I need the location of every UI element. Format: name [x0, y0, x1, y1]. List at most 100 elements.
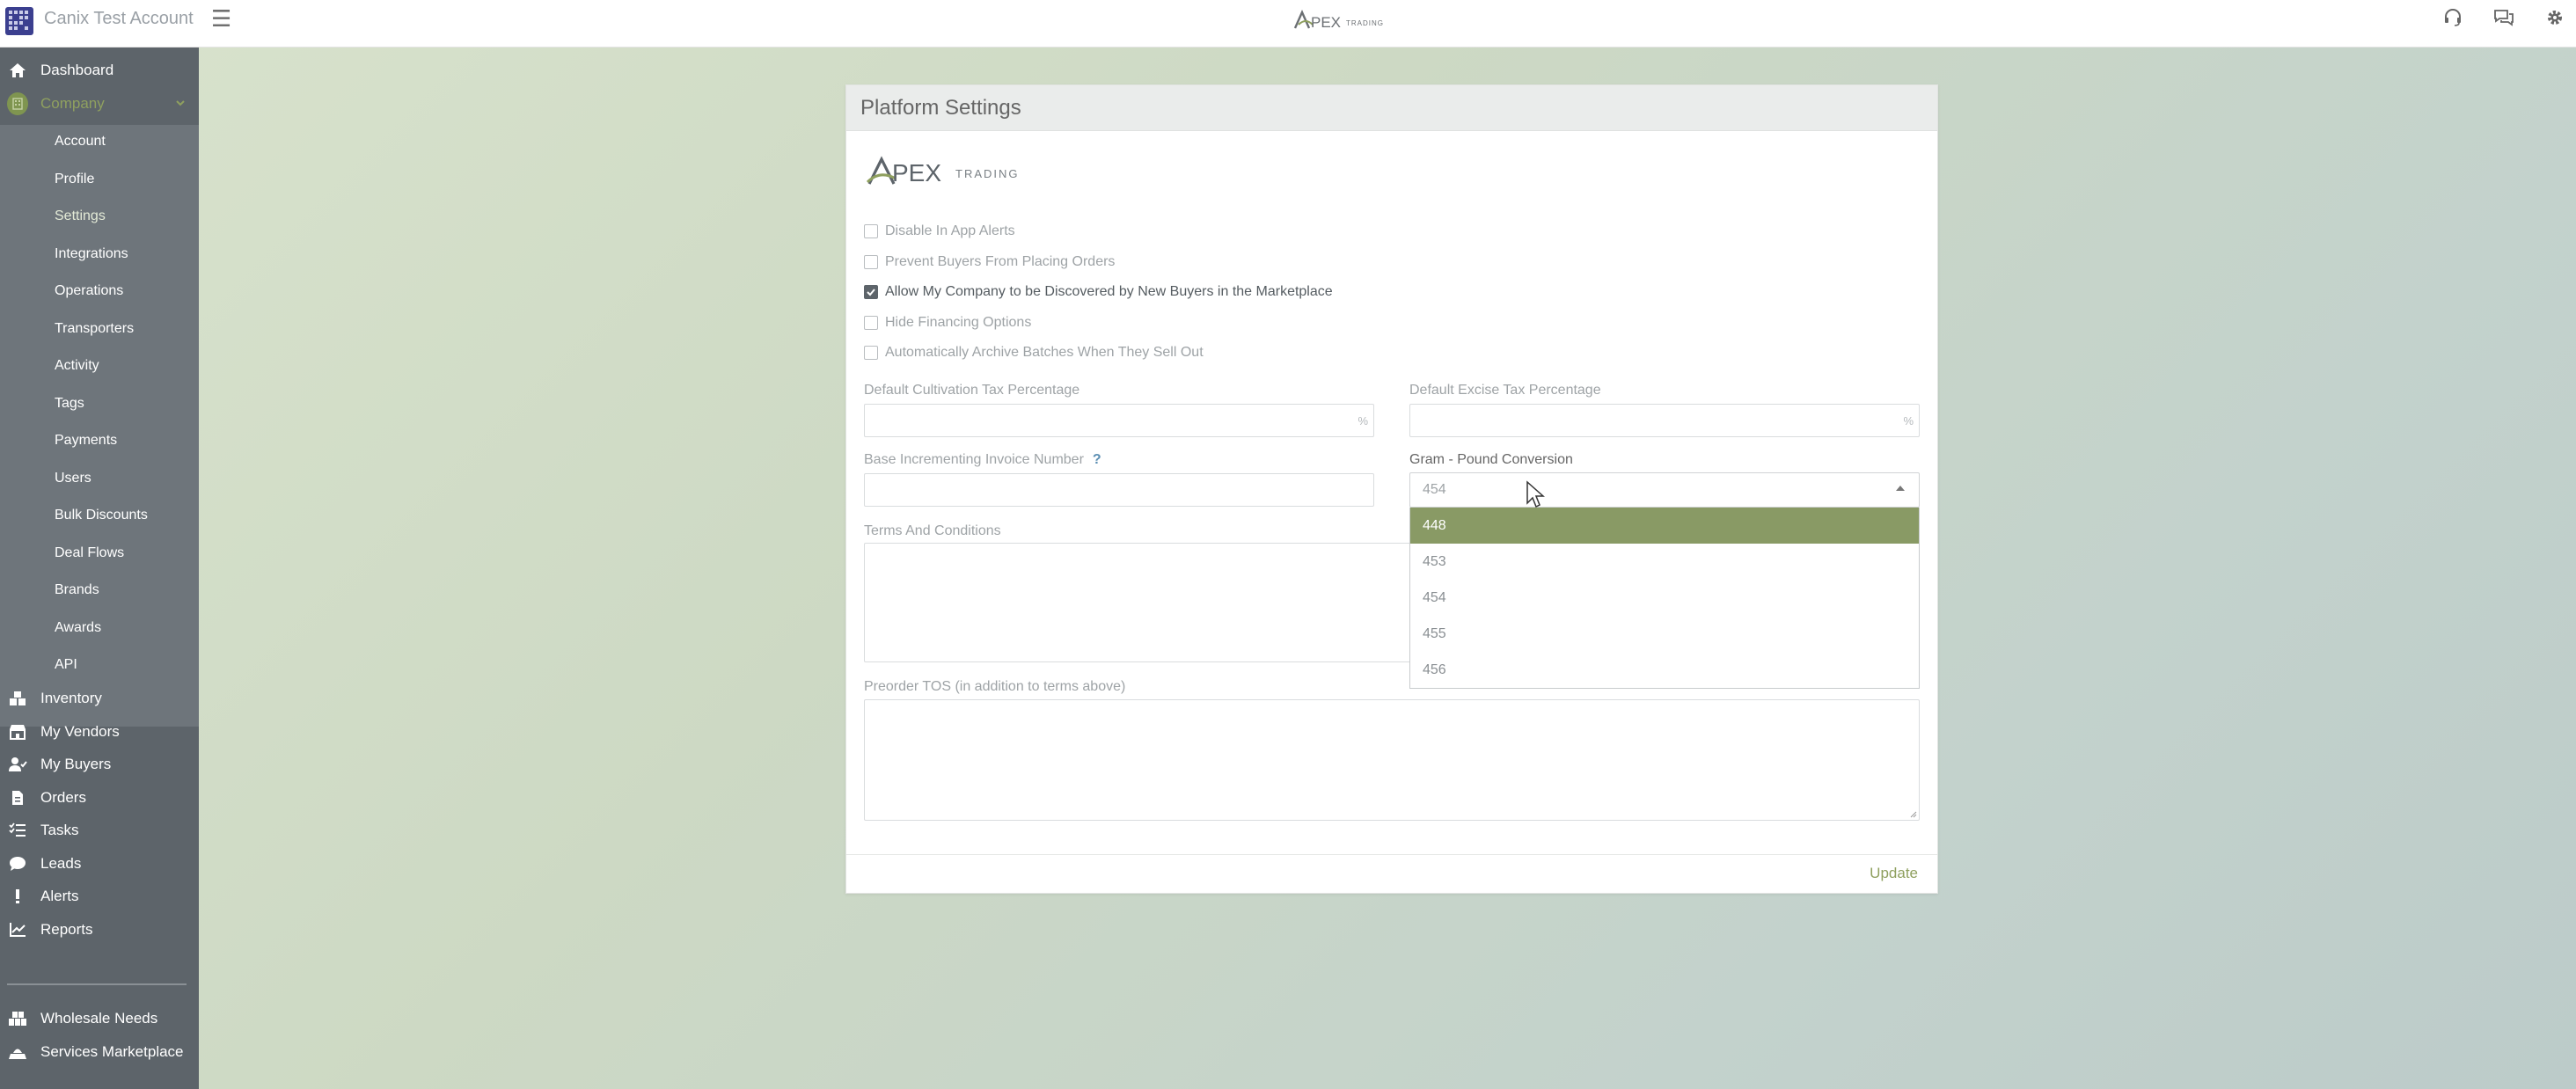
percent-suffix: %: [1903, 414, 1914, 428]
percent-suffix: %: [1358, 414, 1368, 428]
check-icon: [867, 289, 875, 296]
dropdown-option[interactable]: 454: [1410, 580, 1919, 616]
checkbox-label: Automatically Archive Batches When They …: [885, 345, 1204, 360]
sidebar-item-label: Inventory: [40, 690, 102, 706]
sidebar-subitem-profile[interactable]: Profile: [55, 166, 94, 193]
sidebar-divider: [7, 983, 187, 985]
sidebar-item-orders[interactable]: Orders: [0, 782, 199, 814]
update-button[interactable]: Update: [1870, 865, 1918, 882]
apex-logo-icon: PEX TRADING: [1293, 10, 1384, 31]
sidebar-item-label: Orders: [40, 788, 86, 806]
sidebar-subitem-settings[interactable]: Settings: [55, 203, 106, 230]
sidebar-item-leads[interactable]: Leads: [0, 848, 199, 880]
panel-footer-divider: [846, 854, 1937, 855]
sidebar-subitem-activity[interactable]: Activity: [55, 353, 99, 379]
invoice-number-input[interactable]: [864, 473, 1374, 507]
excise-tax-input[interactable]: %: [1409, 404, 1920, 437]
sidebar-item-tasks[interactable]: Tasks: [0, 815, 199, 846]
sidebar-item-my-vendors[interactable]: My Vendors: [0, 716, 199, 748]
sidebar-subitem-bulk-discounts[interactable]: Bulk Discounts: [55, 502, 148, 529]
sidebar-item-company[interactable]: Company: [0, 88, 199, 120]
svg-text:PEX: PEX: [892, 159, 941, 186]
dropdown-option[interactable]: 455: [1410, 616, 1919, 652]
platform-settings-panel: Platform Settings PEX TRADING Disable In…: [845, 84, 1938, 894]
account-logo-icon: [5, 7, 33, 35]
caret-up-icon: [1896, 486, 1905, 491]
terms-label: Terms And Conditions: [864, 523, 1001, 538]
checkbox-label: Allow My Company to be Discovered by New…: [885, 284, 1333, 299]
leads-icon: [7, 856, 28, 872]
alerts-icon: [7, 888, 28, 904]
sidebar-subitem-awards[interactable]: Awards: [55, 615, 101, 641]
menu-toggle-icon[interactable]: ☰: [211, 7, 234, 30]
sidebar-item-label: My Buyers: [40, 756, 112, 772]
cultivation-tax-label: Default Cultivation Tax Percentage: [864, 383, 1080, 398]
gear-icon[interactable]: [2543, 5, 2567, 30]
checkbox[interactable]: [864, 346, 878, 360]
wholesale-needs-icon: [7, 1011, 28, 1027]
checkbox-checked[interactable]: [864, 285, 878, 299]
sidebar-subitem-operations[interactable]: Operations: [55, 278, 123, 304]
chat-icon[interactable]: [2492, 5, 2516, 30]
sidebar-subitem-transporters[interactable]: Transporters: [55, 316, 134, 342]
dropdown-option[interactable]: 453: [1410, 544, 1919, 580]
reports-icon: [7, 922, 28, 938]
svg-text:TRADING: TRADING: [1346, 19, 1384, 27]
sidebar-item-services-marketplace[interactable]: Services Marketplace: [0, 1036, 199, 1068]
resize-handle-icon[interactable]: [1908, 809, 1917, 818]
gram-pound-selected-value: 454: [1423, 482, 1446, 497]
sidebar-subitem-api[interactable]: API: [55, 652, 77, 678]
checkbox[interactable]: [864, 254, 878, 269]
sidebar: Dashboard Company Account Profile Settings…: [0, 48, 199, 1089]
preorder-tos-textarea[interactable]: [864, 699, 1920, 821]
gram-pound-select[interactable]: 454: [1409, 472, 1920, 508]
sidebar-item-label: Leads: [40, 854, 82, 872]
checkbox-row[interactable]: Allow My Company to be Discovered by New…: [864, 281, 1333, 303]
sidebar-subitem-account[interactable]: Account: [55, 128, 106, 155]
inventory-icon: [7, 691, 28, 706]
sidebar-item-my-buyers[interactable]: My Buyers: [0, 749, 199, 780]
sidebar-subitem-deal-flows[interactable]: Deal Flows: [55, 540, 124, 566]
sidebar-subitem-users[interactable]: Users: [55, 465, 91, 492]
checkbox-label: Prevent Buyers From Placing Orders: [885, 253, 1116, 269]
chevron-down-icon: [176, 100, 185, 106]
services-marketplace-icon: [7, 1044, 28, 1060]
account-name[interactable]: Canix Test Account: [44, 9, 194, 29]
sidebar-item-reports[interactable]: Reports: [0, 914, 199, 946]
checkbox[interactable]: [864, 224, 878, 238]
dropdown-option[interactable]: 456: [1410, 652, 1919, 688]
checkbox[interactable]: [864, 315, 878, 330]
support-icon[interactable]: [2441, 5, 2465, 30]
sidebar-item-label: My Vendors: [40, 722, 120, 740]
top-bar: Canix Test Account ☰ PEX TRADING: [0, 0, 2576, 48]
cultivation-tax-input[interactable]: %: [864, 404, 1374, 437]
home-icon: [7, 62, 28, 78]
sidebar-subitem-brands[interactable]: Brands: [55, 577, 99, 603]
checkbox-row[interactable]: Prevent Buyers From Placing Orders: [864, 252, 1115, 273]
checkbox-label: Disable In App Alerts: [885, 223, 1015, 238]
dropdown-option[interactable]: 448: [1410, 508, 1919, 544]
mouse-cursor-icon: [1526, 480, 1545, 508]
sidebar-item-label: Services Marketplace: [40, 1042, 184, 1060]
checkbox-label: Hide Financing Options: [885, 314, 1032, 330]
sidebar-subitem-payments[interactable]: Payments: [55, 428, 117, 454]
help-icon[interactable]: ?: [1093, 452, 1101, 467]
excise-tax-label: Default Excise Tax Percentage: [1409, 383, 1601, 398]
sidebar-item-label: Reports: [40, 920, 93, 938]
checkbox-row[interactable]: Hide Financing Options: [864, 312, 1031, 333]
sidebar-item-dashboard[interactable]: Dashboard: [0, 55, 199, 86]
invoice-number-label-text: Base Incrementing Invoice Number: [864, 452, 1084, 467]
sidebar-subitem-tags[interactable]: Tags: [55, 391, 84, 417]
sidebar-item-alerts[interactable]: Alerts: [0, 881, 199, 912]
panel-title: Platform Settings: [846, 85, 1937, 131]
sidebar-item-label: Company: [40, 95, 105, 112]
sidebar-subitem-integrations[interactable]: Integrations: [55, 241, 128, 267]
sidebar-item-inventory[interactable]: Inventory: [0, 683, 199, 714]
gram-pound-label: Gram - Pound Conversion: [1409, 452, 1573, 467]
checkbox-row[interactable]: Disable In App Alerts: [864, 221, 1015, 242]
sidebar-item-label: Dashboard: [40, 62, 114, 78]
checkbox-row[interactable]: Automatically Archive Batches When They …: [864, 342, 1204, 363]
sidebar-item-wholesale-needs[interactable]: Wholesale Needs: [0, 1003, 199, 1034]
apex-trading-logo: PEX TRADING: [866, 154, 1042, 194]
gram-pound-dropdown: 448 453 454 455 456: [1409, 508, 1920, 689]
